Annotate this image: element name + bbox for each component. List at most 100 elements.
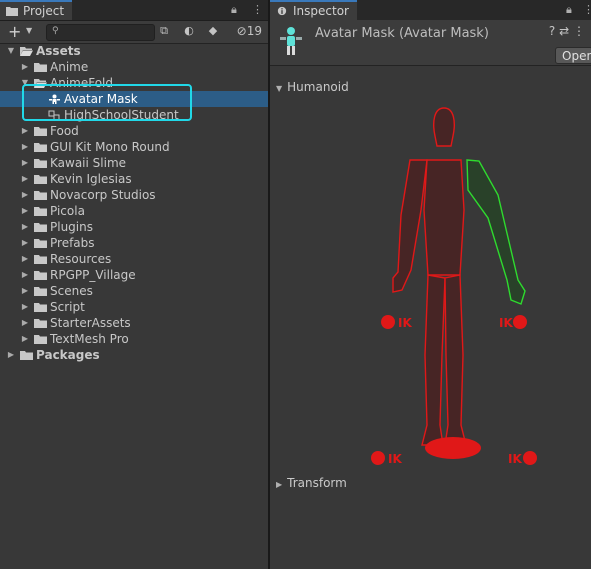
eye-slash-icon: ⊘ [236, 24, 247, 38]
folder-icon [34, 271, 47, 280]
body-right-arm [466, 159, 526, 305]
collapsed-arrow-icon[interactable]: ▶ [20, 139, 30, 155]
collapsed-arrow-icon[interactable]: ▶ [20, 235, 30, 251]
tree-item-label: Script [50, 300, 85, 314]
tree-item-label: StarterAssets [50, 316, 131, 330]
folder-icon [34, 319, 47, 328]
ground-root-ellipse [425, 437, 481, 459]
expanded-arrow-icon[interactable]: ▼ [6, 43, 16, 59]
tree-item[interactable]: ▶ StarterAssets [0, 315, 268, 331]
tree-item-label: Food [50, 124, 79, 138]
collapsed-arrow-icon[interactable]: ▶ [20, 315, 30, 331]
folder-icon [34, 175, 47, 184]
humanoid-foldout[interactable]: ▼ Humanoid [276, 80, 349, 94]
collapsed-arrow-icon[interactable]: ▶ [20, 203, 30, 219]
lock-icon[interactable]: 🔒︎ [231, 3, 237, 17]
tree-item[interactable]: ▶ Script [0, 299, 268, 315]
folder-icon [34, 207, 47, 216]
tree-item-label: Scenes [50, 284, 93, 298]
project-toolbar: + ▼ ⚲ ⧉ ◐ ◆ ⊘19 [0, 21, 268, 44]
tree-item-label: Anime [50, 60, 89, 74]
collapsed-arrow-icon[interactable]: ▶ [20, 331, 30, 347]
hidden-packages-toggle[interactable]: ⊘19 [237, 24, 262, 38]
tree-item-label: Plugins [50, 220, 93, 234]
folder-icon [34, 287, 47, 296]
tree-item[interactable]: ▶ Picola [0, 203, 268, 219]
tree-item[interactable]: ▶ Kawaii Slime [0, 155, 268, 171]
collapsed-arrow-icon[interactable]: ▶ [20, 187, 30, 203]
tree-item-label: Assets [36, 44, 81, 58]
open-button[interactable]: Open [555, 47, 591, 64]
tree-item[interactable]: ▶ Kevin Iglesias [0, 171, 268, 187]
collapsed-arrow-icon[interactable]: ▶ [20, 219, 30, 235]
tree-item[interactable]: ▶ Prefabs [0, 235, 268, 251]
tree-item-label: Resources [50, 252, 112, 266]
transform-foldout[interactable]: ▶ Transform [276, 476, 347, 490]
tree-item-label: GUI Kit Mono Round [50, 140, 170, 154]
collapsed-arrow-icon[interactable]: ▶ [6, 347, 16, 363]
add-icon[interactable]: + [8, 23, 21, 41]
body-left-arm [392, 159, 428, 293]
tree-item[interactable]: ▶ Anime [0, 59, 268, 75]
more-options-icon[interactable]: ⋮ [252, 3, 263, 16]
tree-item-label: Picola [50, 204, 85, 218]
tree-item-label: Kawaii Slime [50, 156, 127, 170]
folder-icon [34, 159, 47, 168]
folder-icon [34, 143, 47, 152]
tree-item[interactable]: ▶ Scenes [0, 283, 268, 299]
transform-label: Transform [287, 476, 347, 490]
folder-icon [34, 303, 47, 312]
settings-sliders-icon: ⇄ [559, 24, 570, 38]
hidden-count: 19 [246, 24, 262, 38]
collapsed-arrow-icon[interactable]: ▶ [20, 155, 30, 171]
folder-open-icon [20, 47, 33, 56]
tree-item[interactable]: ▶ Resources [0, 251, 268, 267]
folder-icon [34, 239, 47, 248]
ik-left-hand-label: IK [398, 316, 412, 330]
collapsed-arrow-icon[interactable]: ▶ [20, 267, 30, 283]
body-torso [423, 159, 465, 276]
collapsed-arrow-icon[interactable]: ▶ [20, 171, 30, 187]
more-options-icon: ⋮ [573, 24, 585, 38]
tree-item[interactable]: ▶ Novacorp Studios [0, 187, 268, 203]
collapsed-arrow-icon[interactable]: ▶ [20, 123, 30, 139]
ik-right-hand-icon [513, 315, 527, 329]
ik-left-hand-icon [381, 315, 395, 329]
ik-right-foot-label: IK [508, 452, 522, 466]
ik-left-foot-label: IK [388, 452, 402, 466]
ik-left-foot-icon [371, 451, 385, 465]
collapsed-arrow-icon[interactable]: ▶ [20, 251, 30, 267]
collapsed-arrow-icon[interactable]: ▶ [20, 59, 30, 75]
tree-item-label: RPGPP_Village [50, 268, 136, 282]
inspector-tab-label: Inspector [293, 4, 349, 18]
collapsed-arrow-icon[interactable]: ▶ [20, 283, 30, 299]
lock-icon[interactable]: 🔒︎ [566, 3, 572, 17]
tree-item[interactable]: ▶ Packages [0, 347, 268, 363]
project-panel: Project 🔒︎ ⋮ + ▼ ⚲ ⧉ ◐ ◆ ⊘19 ▼ Assets ▶ Ani… [0, 0, 268, 569]
inspector-tab[interactable]: Inspector [270, 0, 357, 20]
label-tag-icon[interactable]: ◆ [204, 24, 222, 40]
help-icon[interactable]: ? ⇄ ⋮ [549, 24, 585, 38]
chevron-down-icon[interactable]: ▼ [26, 26, 32, 35]
folder-icon [34, 223, 47, 232]
search-by-type-icon[interactable]: ⧉ [155, 24, 173, 40]
tree-item[interactable]: ▶ TextMesh Pro [0, 331, 268, 347]
tree-item[interactable]: ▶ Food [0, 123, 268, 139]
project-tab[interactable]: Project [0, 0, 73, 20]
tree-item[interactable]: ▼ Assets [0, 43, 268, 59]
tree-item-label: Packages [36, 348, 100, 362]
humanoid-label: Humanoid [287, 80, 349, 94]
tree-item[interactable]: ▶ GUI Kit Mono Round [0, 139, 268, 155]
ik-right-hand-label: IK [499, 316, 513, 330]
tree-item[interactable]: ▶ RPGPP_Village [0, 267, 268, 283]
filter-by-type-icon[interactable]: ◐ [180, 24, 198, 40]
more-options-icon[interactable]: ⋮ [583, 3, 591, 16]
inspector-header: Avatar Mask (Avatar Mask) ? ⇄ ⋮ Open [270, 20, 591, 66]
inspector-tab-bar: Inspector 🔒︎ ⋮ [270, 0, 591, 21]
search-input[interactable]: ⚲ [46, 24, 155, 41]
project-tab-label: Project [23, 4, 65, 18]
collapsed-arrow-icon: ▶ [276, 480, 283, 489]
folder-icon [34, 63, 47, 72]
tree-item[interactable]: ▶ Plugins [0, 219, 268, 235]
collapsed-arrow-icon[interactable]: ▶ [20, 299, 30, 315]
